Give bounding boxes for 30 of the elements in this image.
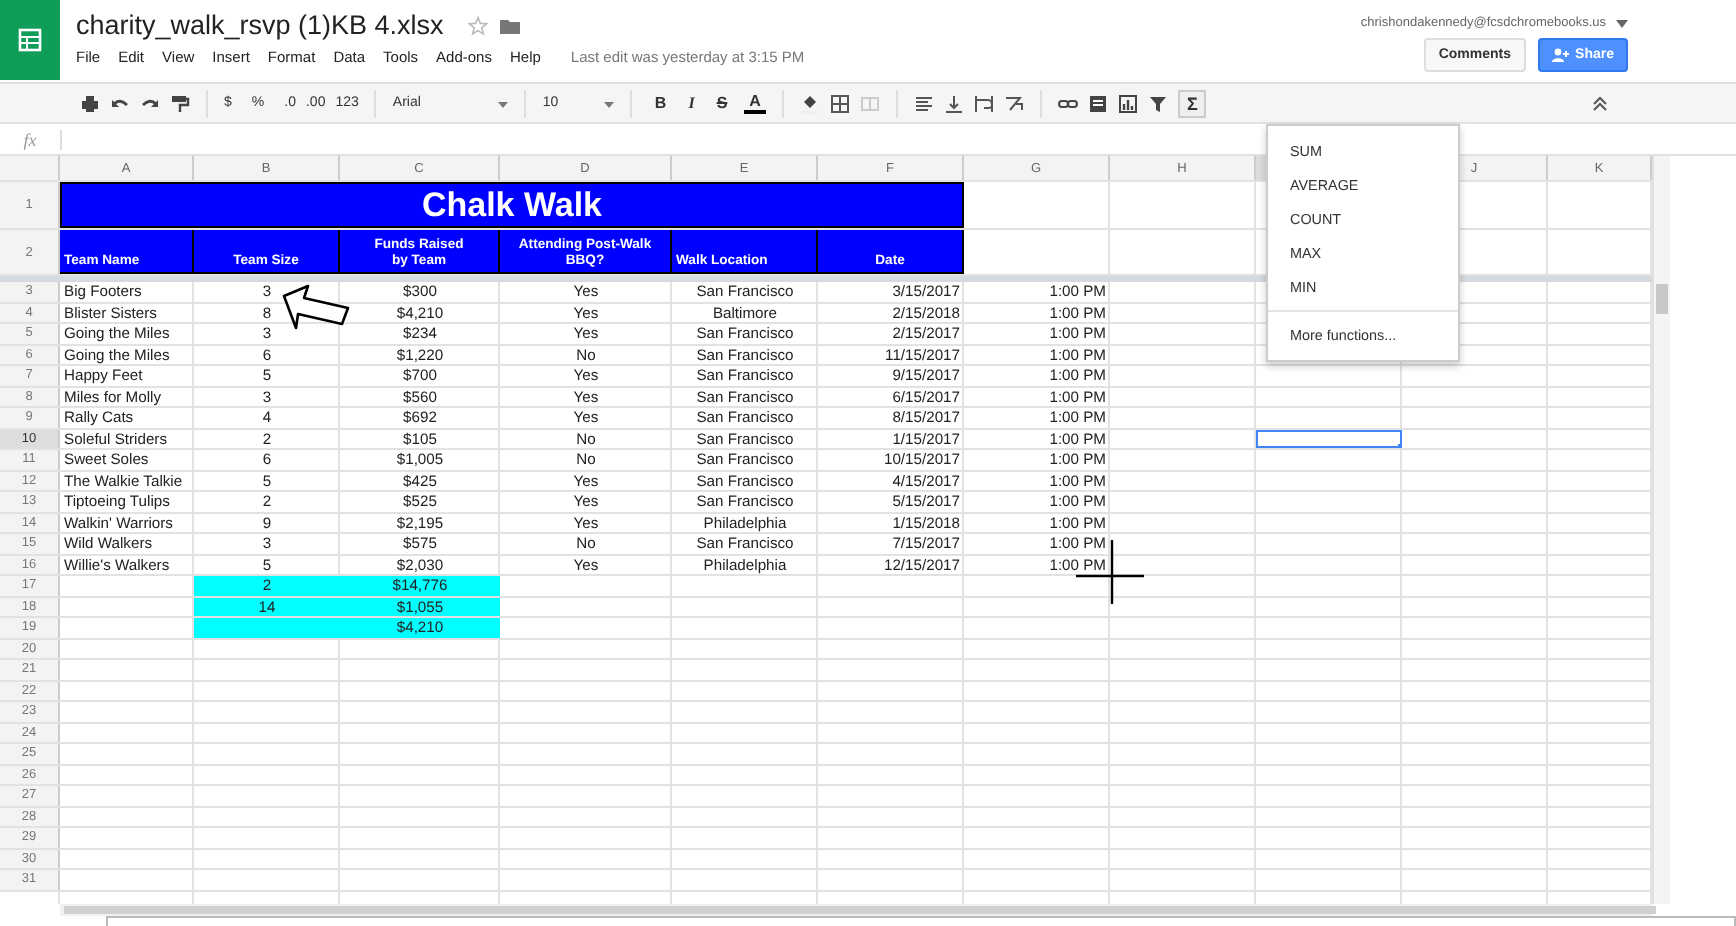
paint-format-icon[interactable] xyxy=(170,93,190,113)
filter-icon[interactable] xyxy=(1148,93,1169,113)
bold-button[interactable]: B xyxy=(648,94,673,112)
scrollbar-thumb[interactable] xyxy=(64,906,1656,914)
text-color-button[interactable]: A xyxy=(743,93,767,113)
caret-icon xyxy=(498,102,509,108)
title-banner: Chalk Walk xyxy=(60,182,964,228)
merge-cells-icon[interactable] xyxy=(860,93,881,113)
text-rotate-icon[interactable] xyxy=(1004,93,1025,113)
person-add-icon xyxy=(1551,48,1570,62)
caret-icon xyxy=(604,102,615,108)
text-wrap-icon[interactable] xyxy=(974,93,995,113)
strikethrough-button[interactable]: S xyxy=(710,94,734,112)
formula-label: fx xyxy=(0,129,62,149)
fill-color-icon[interactable] xyxy=(800,93,821,113)
functions-button[interactable]: Σ xyxy=(1178,89,1206,117)
document-title[interactable]: charity_walk_rsvp (1)KB 4.xlsx xyxy=(76,10,444,40)
star-icon[interactable] xyxy=(467,15,488,35)
borders-icon[interactable] xyxy=(830,93,851,113)
crosshair-cursor-icon xyxy=(1076,540,1144,604)
scrollbar-thumb[interactable] xyxy=(1656,284,1668,314)
sheets-logo-icon[interactable] xyxy=(0,0,60,80)
vertical-align-icon[interactable] xyxy=(944,93,965,113)
comment-icon[interactable] xyxy=(1088,93,1109,113)
chart-icon[interactable] xyxy=(1118,93,1139,113)
caret-icon[interactable] xyxy=(1616,19,1628,27)
folder-icon[interactable] xyxy=(499,17,520,33)
align-left-icon[interactable] xyxy=(914,93,935,113)
italic-button[interactable]: I xyxy=(682,94,701,112)
collapse-icon[interactable] xyxy=(1592,95,1608,111)
